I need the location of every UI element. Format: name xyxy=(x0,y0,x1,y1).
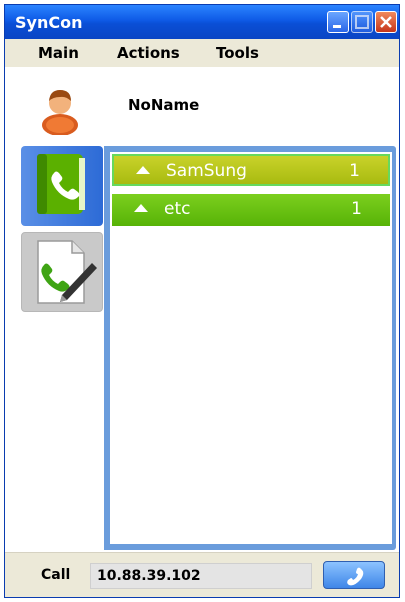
group-name: etc xyxy=(164,199,191,219)
group-name: SamSung xyxy=(166,161,247,181)
call-log-icon xyxy=(37,240,97,304)
minimize-button[interactable] xyxy=(327,11,349,33)
group-row[interactable]: SamSung 1 xyxy=(112,154,390,186)
menu-bar: Main Actions Tools xyxy=(5,39,399,68)
group-count: 1 xyxy=(349,161,360,181)
call-button[interactable] xyxy=(323,561,385,589)
menu-main[interactable]: Main xyxy=(38,44,79,62)
collapse-arrow-icon[interactable] xyxy=(136,166,150,174)
tab-call-log[interactable] xyxy=(21,232,103,312)
window-title: SynCon xyxy=(15,13,83,32)
profile-name: NoName xyxy=(128,96,200,114)
maximize-icon xyxy=(355,15,369,29)
maximize-button[interactable] xyxy=(351,11,373,33)
close-button[interactable] xyxy=(375,11,397,33)
close-icon xyxy=(380,16,392,28)
call-bar: Call xyxy=(5,552,399,595)
phonebook-icon xyxy=(37,154,85,214)
group-count: 1 xyxy=(351,199,362,219)
minimize-icon xyxy=(333,25,341,28)
title-bar[interactable]: SynCon xyxy=(5,5,399,39)
call-label: Call xyxy=(41,567,71,583)
call-number-input[interactable] xyxy=(90,563,312,589)
menu-actions[interactable]: Actions xyxy=(117,44,180,62)
group-row[interactable]: etc 1 xyxy=(112,194,390,226)
menu-tools[interactable]: Tools xyxy=(216,44,259,62)
phone-icon xyxy=(347,567,364,586)
collapse-arrow-icon[interactable] xyxy=(134,204,148,212)
user-avatar-icon xyxy=(42,90,78,135)
tab-phonebook[interactable] xyxy=(21,146,103,226)
